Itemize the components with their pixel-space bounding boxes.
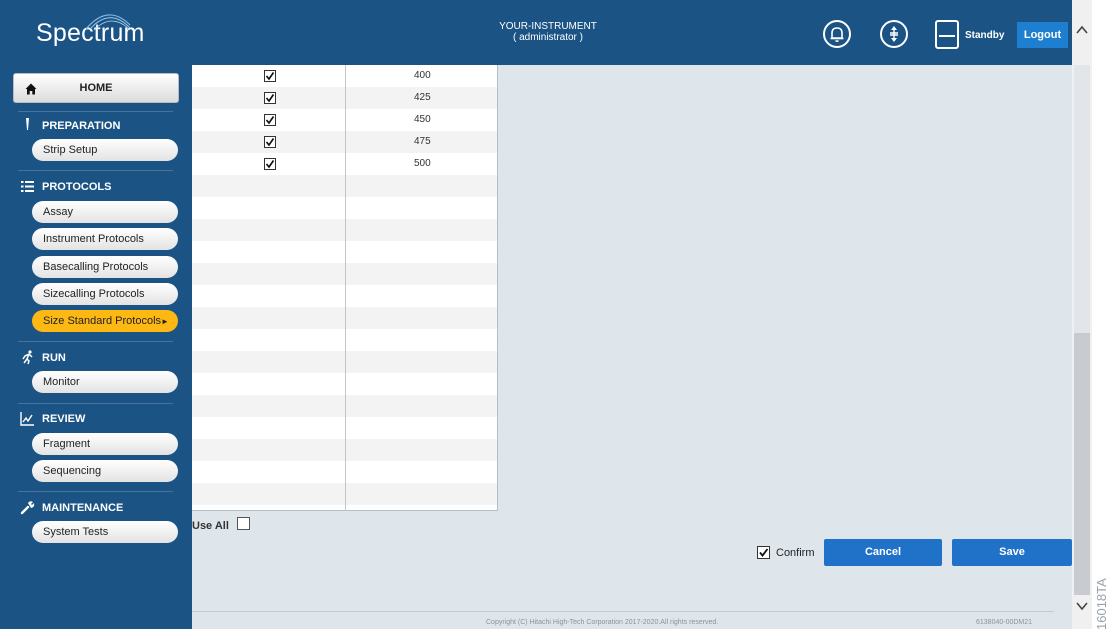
home-label: HOME — [79, 82, 113, 94]
figure-code: 16018TA — [1094, 578, 1109, 629]
nav-assay[interactable]: Assay — [32, 201, 178, 223]
size-value: 400 — [414, 70, 431, 81]
standby-icon[interactable] — [935, 20, 959, 49]
size-value: 425 — [414, 92, 431, 103]
nav-sequencing[interactable]: Sequencing — [32, 460, 178, 482]
pipette-icon — [26, 118, 29, 130]
scroll-down-icon[interactable] — [1076, 600, 1088, 612]
divider — [18, 341, 173, 342]
logo-arc-icon — [85, 14, 131, 31]
up-down-arrow-icon — [890, 26, 898, 42]
logout-button[interactable]: Logout — [1017, 22, 1068, 48]
tray-up-down-button[interactable] — [880, 20, 908, 48]
size-list: 400 425 450 475 500 — [192, 65, 498, 511]
scroll-up-icon[interactable] — [1076, 24, 1088, 36]
nav-fragment[interactable]: Fragment — [32, 433, 178, 455]
vertical-scrollbar[interactable] — [1072, 0, 1092, 629]
row-checkbox[interactable] — [264, 136, 276, 148]
document-number: 6138040-00DM21 — [976, 619, 1033, 626]
nav-strip-setup[interactable]: Strip Setup — [32, 139, 178, 161]
column-divider — [345, 65, 346, 511]
divider — [18, 170, 173, 171]
sidebar: HOME PREPARATION Strip Setup PROTOCOLS A… — [0, 65, 192, 629]
standby-status: Standby — [965, 30, 1005, 41]
save-button[interactable]: Save — [952, 539, 1072, 566]
instrument-info: YOUR-INSTRUMENT ( administrator ) — [480, 21, 616, 43]
footer-divider — [192, 611, 1054, 612]
main-content: 400 425 450 475 500 Use All Confirm Cancel S… — [192, 65, 1072, 629]
nav-size-standard-protocols[interactable]: Size Standard Protocols► — [32, 310, 178, 332]
nav-monitor[interactable]: Monitor — [32, 371, 178, 393]
user-role: ( administrator ) — [512, 32, 583, 43]
runner-icon — [22, 350, 33, 365]
size-value: 450 — [414, 114, 431, 125]
alarm-bell-button[interactable] — [823, 20, 851, 48]
nav-instrument-protocols[interactable]: Instrument Protocols — [32, 228, 178, 250]
instrument-name: YOUR-INSTRUMENT — [499, 21, 597, 32]
nav-system-tests[interactable]: System Tests — [32, 521, 178, 543]
divider — [18, 111, 173, 112]
row-checkbox[interactable] — [264, 114, 276, 126]
home-button[interactable]: HOME — [13, 73, 179, 103]
divider — [18, 403, 173, 404]
row-checkbox[interactable] — [264, 70, 276, 82]
cancel-button[interactable]: Cancel — [824, 539, 942, 566]
nav-sizecalling-protocols[interactable]: Sizecalling Protocols — [32, 283, 178, 305]
size-value: 500 — [414, 158, 431, 169]
row-checkbox[interactable] — [264, 92, 276, 104]
copyright-text: Copyright (C) Hitachi High-Tech Corporat… — [486, 619, 719, 626]
bell-icon — [830, 27, 844, 42]
wrench-icon — [20, 501, 35, 515]
chart-line-icon — [20, 412, 34, 426]
chevron-right-icon: ► — [161, 317, 169, 326]
confirm-checkbox[interactable] — [757, 546, 770, 559]
scroll-thumb[interactable] — [1074, 333, 1090, 595]
top-header: Spectrum YOUR-INSTRUMENT ( administrator… — [0, 0, 1072, 65]
row-checkbox[interactable] — [264, 158, 276, 170]
confirm-label: Confirm — [776, 547, 815, 559]
use-all-label: Use All — [192, 520, 229, 532]
use-all-checkbox[interactable] — [237, 517, 250, 530]
nav-basecalling-protocols[interactable]: Basecalling Protocols — [32, 256, 178, 278]
size-value: 475 — [414, 136, 431, 147]
list-icon — [21, 181, 34, 192]
divider — [18, 491, 173, 492]
